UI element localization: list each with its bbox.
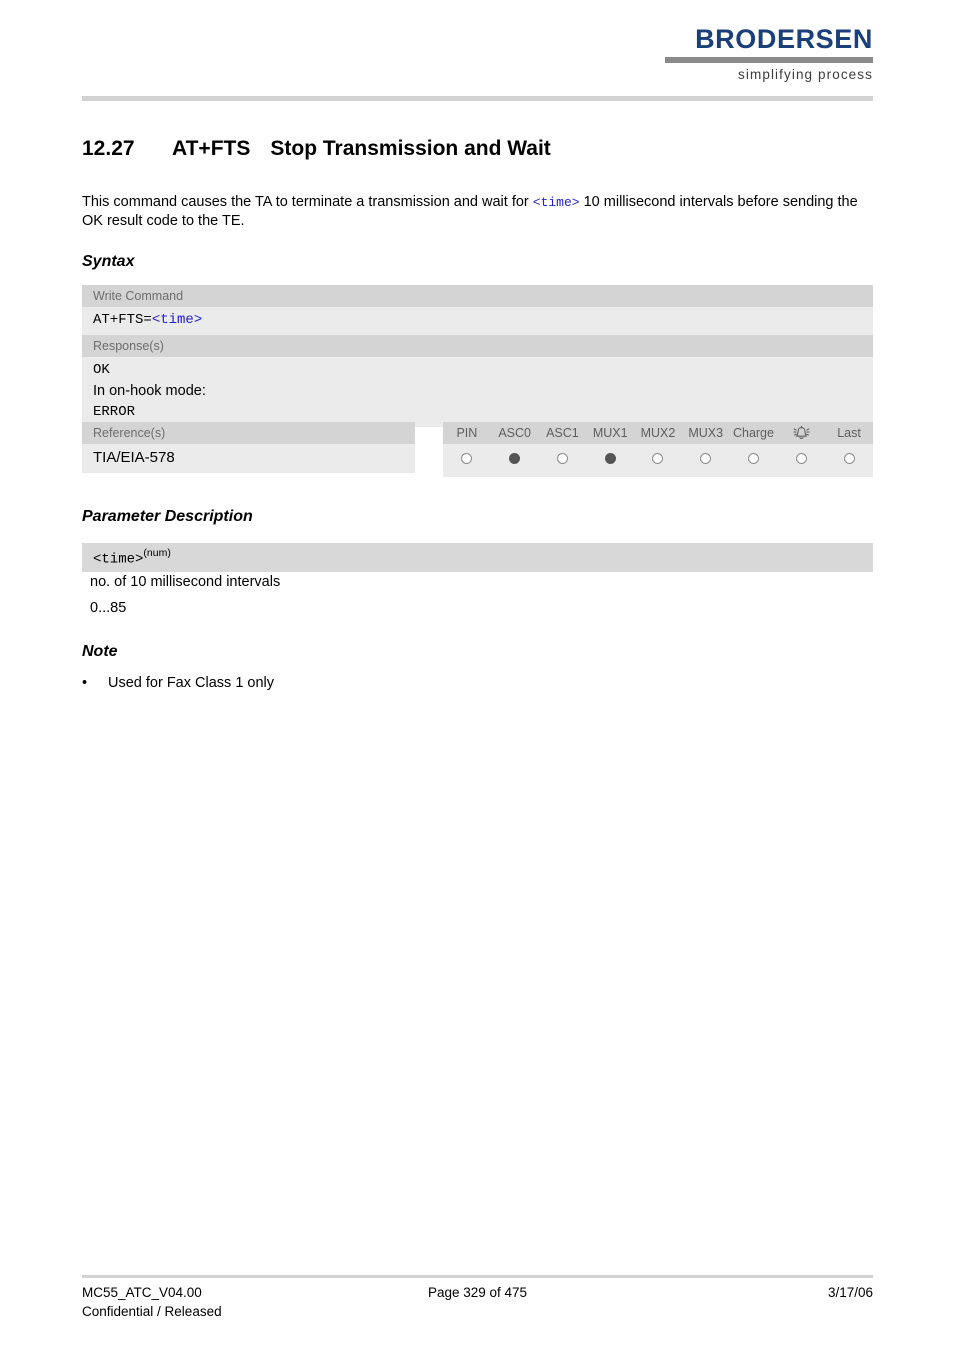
responses-label: Response(s)	[82, 335, 873, 357]
capability-header-asc0: ASC0	[498, 426, 531, 441]
reference-capability-row: Reference(s) TIA/EIA-578 PIN ASC0 ASC1 MUX1…	[82, 422, 873, 478]
write-command-label: Write Command	[82, 285, 873, 307]
capability-header-pin: PIN	[456, 426, 478, 441]
capability-header-row: PIN ASC0 ASC1 MUX1 MUX2 MUX3 Charge Last	[443, 422, 873, 445]
capability-dot-mux3	[682, 444, 730, 477]
intro-param-time: <time>	[532, 195, 580, 210]
note-heading: Note	[82, 643, 118, 660]
parameter-range: 0...85	[90, 600, 127, 616]
intro-text-part1: This command causes the TA to terminate …	[82, 194, 533, 210]
dot-empty	[747, 453, 759, 465]
document-page: BRODERSEN simplifying process 12.27 AT+FT…	[0, 0, 954, 1351]
brodersen-logo: BRODERSEN simplifying process	[665, 24, 873, 82]
reference-label: Reference(s)	[82, 422, 415, 444]
parameter-name: <time>	[93, 551, 144, 568]
capability-dot-mux2	[634, 444, 682, 477]
footer-classification: Confidential / Released	[82, 1304, 222, 1319]
capability-header-charge: Charge	[732, 426, 774, 441]
logo-wordmark: BRODERSEN	[695, 24, 873, 54]
footer-divider	[82, 1275, 873, 1278]
write-command-row: AT+FTS=<time>	[82, 307, 873, 335]
syntax-heading: Syntax	[82, 253, 135, 270]
write-command-code-param: <time>	[151, 312, 203, 328]
page-title: 12.27 AT+FTS Stop Transmission and Wait	[82, 137, 873, 161]
page-header: BRODERSEN simplifying process	[82, 24, 873, 96]
capability-dot-mux1	[586, 444, 634, 477]
response-mode-text: In on-hook mode:	[93, 383, 206, 399]
note-text: Used for Fax Class 1 only	[108, 675, 275, 691]
write-command-code-prefix: AT+FTS=	[93, 312, 152, 328]
alarm-bell-icon	[777, 422, 825, 444]
capability-dot-asc1	[539, 444, 587, 477]
header-divider	[82, 96, 873, 101]
dot-empty	[461, 453, 473, 465]
response-ok: OK	[93, 362, 110, 378]
capability-dot-asc0	[491, 444, 539, 477]
dot-empty	[843, 453, 855, 465]
responses-row: OK In on-hook mode: ERROR	[82, 357, 873, 427]
reference-box: Reference(s) TIA/EIA-578	[82, 422, 415, 473]
dot-empty	[652, 453, 664, 465]
write-command-code: AT+FTS=<time>	[93, 310, 862, 331]
title-text: Stop Transmission and Wait	[270, 137, 551, 160]
capability-header-mux1: MUX1	[592, 426, 628, 441]
footer-row-top: MC55_ATC_V04.00 Page 329 of 475 3/17/06	[82, 1283, 873, 1302]
dot-empty	[556, 453, 568, 465]
capability-dot-last	[825, 444, 873, 477]
dot-empty	[795, 453, 807, 465]
parameter-description-heading: Parameter Description	[82, 508, 253, 525]
parameter-type-superscript: (num)	[143, 547, 171, 559]
capability-dot-pin	[443, 444, 491, 477]
parameter-name-band: <time>(num)	[82, 543, 873, 573]
parameter-description-text: no. of 10 millisecond intervals	[90, 574, 281, 590]
footer-page-number: Page 329 of 475	[427, 1285, 528, 1300]
command-name: AT+FTS	[172, 137, 251, 160]
capability-header-mux3: MUX3	[688, 426, 724, 441]
logo-tagline: simplifying process	[738, 67, 873, 82]
footer-row-bottom: Confidential / Released	[82, 1302, 873, 1321]
dot-empty	[700, 453, 712, 465]
dot-filled	[604, 453, 616, 465]
page-footer: MC55_ATC_V04.00 Page 329 of 475 3/17/06 …	[82, 1283, 873, 1321]
capability-box: PIN ASC0 ASC1 MUX1 MUX2 MUX3 Charge Last	[443, 422, 873, 478]
intro-paragraph: This command causes the TA to terminate …	[82, 193, 875, 231]
response-error: ERROR	[93, 404, 136, 420]
section-number: 12.27	[82, 137, 135, 160]
capability-dot-charge	[730, 444, 778, 477]
syntax-table: Write Command AT+FTS=<time> Response(s) …	[82, 285, 873, 427]
note-list-item: • Used for Fax Class 1 only	[82, 673, 782, 693]
capability-header-asc1: ASC1	[546, 426, 579, 441]
logo-bar	[665, 57, 873, 63]
footer-date: 3/17/06	[827, 1285, 873, 1300]
note-bullet: •	[82, 675, 88, 691]
capability-header-last: Last	[837, 426, 861, 441]
dot-filled	[509, 453, 521, 465]
reference-value: TIA/EIA-578	[82, 444, 415, 473]
capability-dot-alarm	[777, 444, 825, 477]
capability-header-mux2: MUX2	[640, 426, 676, 441]
capability-dot-row	[443, 444, 873, 478]
